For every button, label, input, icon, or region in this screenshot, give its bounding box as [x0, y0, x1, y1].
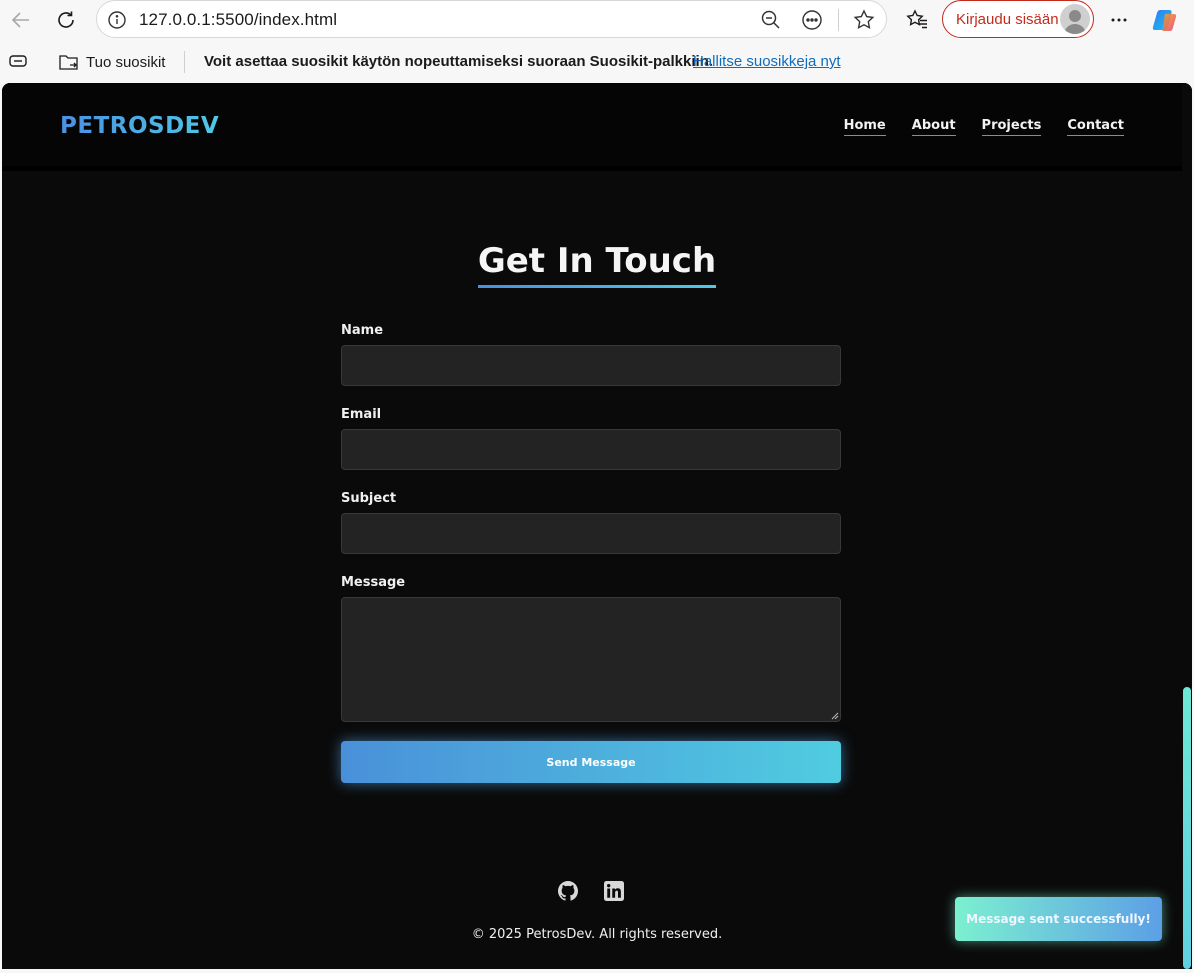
bookmarks-bar: Tuo suosikit Voit asettaa suosikit käytö… — [0, 44, 1194, 80]
github-icon[interactable] — [558, 881, 578, 901]
refresh-icon[interactable] — [51, 5, 81, 35]
send-message-button[interactable]: Send Message — [341, 741, 841, 783]
menu-icon[interactable] — [1104, 5, 1134, 35]
subject-field[interactable] — [341, 513, 841, 554]
import-favorites-button[interactable]: Tuo suosikit — [58, 52, 165, 72]
email-field[interactable] — [341, 429, 841, 470]
page-viewport: PETROSDEV Home About Projects Contact Ge… — [2, 83, 1192, 969]
address-bar[interactable]: 127.0.0.1:5500/index.html — [96, 0, 887, 38]
import-folder-icon — [59, 55, 78, 70]
copilot-icon[interactable] — [1150, 5, 1180, 35]
contact-form: Name Email Subject Message Send Message — [341, 323, 841, 783]
resize-grip-icon[interactable] — [830, 711, 839, 720]
nav-contact[interactable]: Contact — [1067, 118, 1124, 136]
success-toast: Message sent successfully! — [955, 897, 1162, 941]
bookmarks-hint: Voit asettaa suosikit käytön nopeuttamis… — [204, 53, 714, 70]
contact-section-header: Get In Touch — [2, 241, 1192, 288]
import-favorites-label: Tuo suosikit — [86, 53, 166, 71]
more-actions-icon[interactable] — [800, 8, 824, 32]
signin-label: Kirjaudu sisään — [956, 11, 1059, 28]
name-field[interactable] — [341, 345, 841, 386]
subject-label: Subject — [341, 491, 397, 506]
scrollbar-thumb[interactable] — [1183, 687, 1191, 969]
browser-toolbar: 127.0.0.1:5500/index.html Kirjaudu sisää… — [0, 0, 1194, 40]
nav-home[interactable]: Home — [843, 118, 886, 136]
favorites-icon[interactable] — [902, 5, 932, 35]
nav-about[interactable]: About — [911, 118, 956, 136]
back-icon[interactable] — [6, 5, 36, 35]
linkedin-icon[interactable] — [604, 881, 624, 901]
social-links — [558, 881, 624, 901]
zoom-out-icon[interactable] — [759, 8, 783, 32]
brand-logo[interactable]: PETROSDEV — [60, 113, 219, 139]
avatar — [1060, 4, 1090, 34]
message-field[interactable] — [341, 597, 841, 722]
manage-favorites-link[interactable]: Hallitse suosikkeja nyt — [693, 53, 841, 70]
tab-actions-icon — [9, 55, 27, 67]
nav-links: Home About Projects Contact — [843, 118, 1124, 136]
bookmarks-toggle[interactable] — [8, 52, 28, 70]
email-label: Email — [341, 407, 382, 422]
signin-button[interactable]: Kirjaudu sisään — [942, 0, 1094, 38]
bookmarks-divider — [184, 51, 185, 73]
section-title: Get In Touch — [477, 241, 717, 288]
name-label: Name — [341, 323, 384, 338]
address-divider — [838, 9, 839, 31]
url-text[interactable]: 127.0.0.1:5500/index.html — [139, 10, 337, 30]
info-icon[interactable] — [107, 10, 127, 30]
site-navbar: PETROSDEV Home About Projects Contact — [2, 83, 1192, 171]
scrollbar[interactable] — [1182, 83, 1192, 969]
message-label: Message — [341, 575, 406, 590]
favorite-star-icon[interactable] — [852, 8, 876, 32]
nav-projects[interactable]: Projects — [981, 118, 1042, 136]
